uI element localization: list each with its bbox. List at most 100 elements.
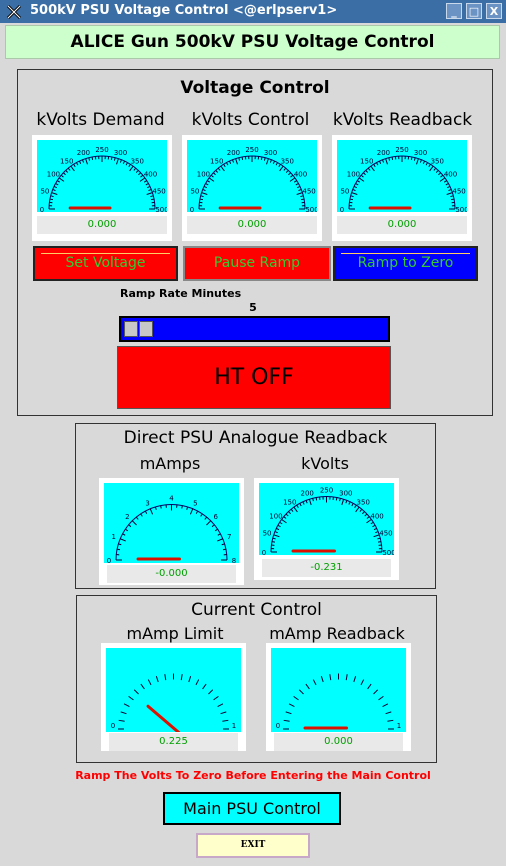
gauge-tick (201, 192, 208, 195)
kvolts-direct-gauge: 0 50 100 150 200 250 300 350 400 450 500 -0.231 (254, 478, 399, 580)
gauge-tick (363, 172, 366, 176)
gauge-tick (335, 497, 338, 501)
gauge-tick (341, 499, 345, 506)
gauge-scale-label: 150 (210, 157, 223, 165)
gauge-scale-label: 0 (276, 722, 280, 730)
gauge-tick (277, 524, 281, 528)
gauge-tick (353, 676, 357, 683)
gauge-tick (128, 695, 134, 701)
gauge-tick (352, 189, 356, 192)
gauge-scale-label: 0 (40, 206, 44, 212)
slider-thumb-right[interactable] (139, 321, 153, 337)
gauge-scale-label: 450 (302, 187, 315, 195)
gauge-tick (53, 185, 57, 189)
gauge-tick (359, 508, 363, 512)
gauge-tick (133, 167, 137, 171)
gauge-tick (283, 719, 290, 722)
gauge-scale-label: 50 (340, 187, 349, 195)
gauge-scale-label: 6 (213, 513, 218, 521)
gauge-tick (120, 711, 127, 715)
gauge-tick (345, 674, 348, 681)
gauge-tick (213, 695, 219, 701)
gauge-tick (433, 167, 437, 171)
gauge-tick (51, 192, 58, 195)
gauge-tick (320, 676, 324, 683)
gauge-scale-label: 400 (144, 171, 157, 179)
gauge-tick (312, 679, 317, 686)
gauge-tick (377, 537, 381, 540)
gauge-tick (199, 198, 203, 201)
gauge-tick (180, 674, 183, 681)
gauge-tick (143, 180, 148, 183)
mamp-limit-dial: 01 (111, 673, 236, 735)
ramp-to-zero-button[interactable]: Ramp to Zero (333, 246, 478, 281)
gauge-tick (419, 159, 422, 163)
gauge-tick (138, 172, 141, 176)
gauge-tick (450, 195, 454, 198)
gauge-tick (290, 508, 294, 512)
gauge-scale-label: 350 (357, 498, 370, 506)
slider-thumb-left[interactable] (124, 321, 138, 337)
gauge-tick (360, 174, 364, 178)
gauge-scale-label: 8 (232, 557, 236, 563)
gauge-tick (299, 503, 302, 507)
gauge-tick (217, 703, 224, 707)
gauge-tick (305, 683, 310, 690)
gauge-tick (135, 170, 139, 173)
gauge-tick (382, 703, 389, 707)
gauge-tick (140, 513, 143, 517)
gauge-scale-label: 50 (40, 187, 49, 195)
gauge-scale-label: 150 (60, 157, 73, 165)
gauge-tick (85, 158, 88, 165)
gauge-tick (302, 501, 305, 505)
gauge-tick (202, 683, 207, 690)
gauge-tick (429, 165, 434, 172)
gauge-tick (151, 198, 155, 201)
gauge-tick (204, 516, 208, 520)
kvolts-readback-dial: 050100150200 250 300350400450500 (340, 146, 469, 214)
gauge-tick (288, 172, 291, 176)
gauge-tick (200, 195, 204, 198)
gauge-tick (140, 174, 144, 178)
gauge-tick (300, 195, 304, 198)
gauge-tick (266, 158, 269, 165)
exit-button[interactable]: EXIT (196, 833, 310, 858)
gauge-tick (362, 511, 365, 515)
gauge-tick (298, 689, 304, 695)
gauge-tick (438, 172, 441, 176)
gauge-tick (118, 719, 125, 722)
gauge-scale-label: 100 (269, 512, 282, 520)
gauge-tick (260, 156, 263, 160)
pause-ramp-button[interactable]: Pause Ramp (183, 246, 331, 281)
gauge-tick (217, 533, 221, 536)
gauge-scale-label: 0 (107, 557, 111, 563)
gauge-scale-label: 200 (377, 149, 390, 157)
gauge-tick (276, 527, 280, 531)
set-voltage-button[interactable]: Set Voltage (33, 246, 178, 281)
kvolts-demand-dial: 050100150200 250 300350400450500 (40, 146, 169, 214)
gauge-tick (288, 511, 291, 515)
gauge-tick (221, 543, 225, 546)
gauge-tick (272, 537, 276, 540)
gauge-tick (293, 180, 298, 183)
close-button[interactable]: X (486, 3, 502, 19)
gauge-tick (129, 165, 134, 172)
gauge-tick (125, 528, 129, 532)
gauge-tick (348, 501, 351, 505)
gauge-tick (283, 167, 287, 171)
kvolts-direct-label: kVolts (301, 454, 349, 473)
gauge-tick (73, 163, 76, 168)
gauge-tick (155, 676, 159, 683)
gauge-tick (202, 189, 206, 192)
gauge-tick (203, 185, 207, 189)
gauge-tick (285, 513, 289, 517)
ramp-rate-slider[interactable] (119, 316, 390, 342)
main-psu-control-button[interactable]: Main PSU Control (163, 792, 341, 825)
mamp-limit-gauge: 01 0.225 (101, 643, 246, 751)
gauge-needle (146, 704, 182, 735)
minimize-button[interactable]: _ (446, 3, 462, 19)
gauge-tick (118, 543, 122, 546)
gauge-tick (385, 711, 392, 715)
maximize-button[interactable]: □ (466, 3, 482, 19)
gauge-tick (283, 516, 287, 519)
